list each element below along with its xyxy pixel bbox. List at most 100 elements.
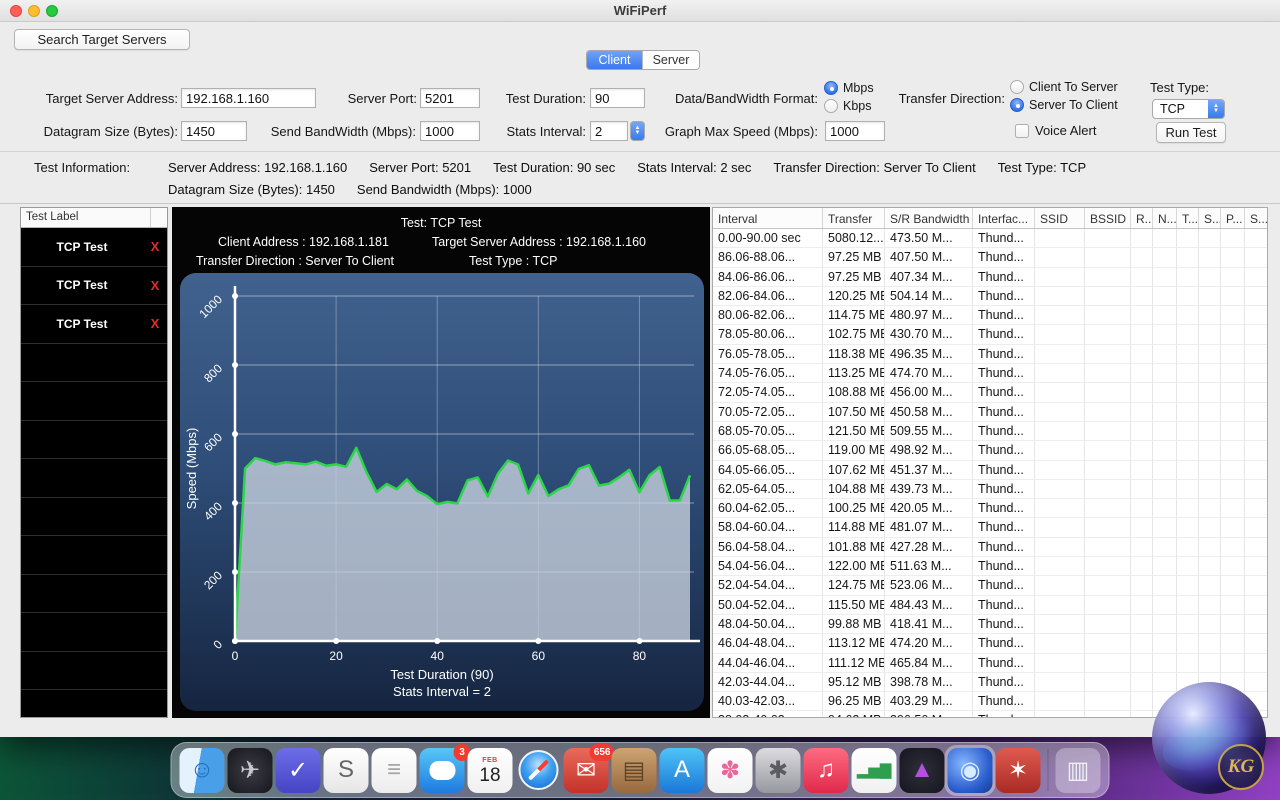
graph-max-speed-input[interactable] [825,121,885,141]
table-cell: Thund... [973,364,1035,383]
stats-interval-input[interactable] [590,121,628,141]
table-row[interactable]: 66.05-68.05... 119.00 MB 498.92 M... Thund.… [713,441,1267,461]
table-cell [1035,653,1085,672]
table-row[interactable]: 80.06-82.06... 114.75 MB 480.97 M... Thund.… [713,306,1267,326]
column-header[interactable]: SSID [1035,208,1085,228]
send-bandwidth-input[interactable] [420,121,480,141]
test-label-column-header[interactable]: Test Label [21,208,151,227]
table-row[interactable]: 50.04-52.04... 115.50 MB 484.43 M... Thund.… [713,595,1267,615]
delete-test-button[interactable]: X [143,316,167,331]
search-target-servers-button[interactable]: Search Target Servers [14,29,190,50]
test-list-item[interactable]: TCP Test X [21,267,167,305]
test-list-item[interactable]: TCP Test X [21,305,167,344]
radio-option-server-to-client[interactable]: Server To Client [1010,98,1118,112]
dock-launchpad-icon[interactable]: ✈ [227,747,273,793]
table-row[interactable]: 78.05-80.06... 102.75 MB 430.70 M... Thund.… [713,325,1267,345]
dock-prism-icon[interactable]: ▲ [899,747,945,793]
dock-mail-icon[interactable]: ✉ 656 [563,743,615,793]
table-cell [1199,634,1221,653]
test-type-select[interactable]: TCP ▲ ▼ [1152,99,1225,119]
table-cell: 94.62 MB [823,711,885,717]
column-header[interactable]: Transfer [823,208,885,228]
table-row[interactable]: 82.06-84.06... 120.25 MB 504.14 M... Thund.… [713,286,1267,307]
table-row[interactable]: 44.04-46.04... 111.12 MB 465.84 M... Thund.… [713,653,1267,673]
trash-glyph: ▥ [1066,756,1090,784]
table-cell: 456.00 M... [885,383,973,402]
table-cell: Thund... [973,672,1035,692]
segment-client[interactable]: Client [587,51,643,69]
stats-interval-stepper[interactable]: ▲ ▼ [630,121,645,141]
table-row[interactable]: 72.05-74.05... 108.88 MB 456.00 M... Thund.… [713,383,1267,403]
column-header[interactable]: R... [1131,208,1153,228]
table-cell [1153,499,1177,518]
table-row[interactable]: 48.04-50.04... 99.88 MB 418.41 M... Thund..… [713,614,1267,635]
radio-option-kbps[interactable]: Kbps [824,99,874,113]
test-list-item[interactable]: TCP Test X [21,228,167,267]
dock-calendar-icon[interactable]: FEB 18 [467,747,513,793]
table-cell: Thund... [973,557,1035,576]
radio-option-client-to-server[interactable]: Client To Server [1010,80,1118,94]
table-cell: 504.14 M... [885,286,973,306]
column-header[interactable]: S... [1245,208,1267,228]
dock-app-store-icon[interactable]: A [659,747,705,793]
dock-photos-icon[interactable]: ✽ [707,747,753,793]
info-item: Send Bandwidth (Mbps): 1000 [356,182,532,197]
dock-system-preferences-icon[interactable]: ✱ [755,747,801,793]
dock-textedit-icon[interactable]: ≡ [371,747,417,793]
table-cell: 48.04-50.04... [713,614,823,634]
chart-test-params: Transfer Direction : Server To Client Te… [196,254,710,268]
chart-title: Test: TCP Test [400,216,482,230]
table-cell [1153,653,1177,672]
column-header[interactable]: BSSID [1085,208,1131,228]
dock-music-icon[interactable]: ♫ [803,747,849,793]
dock-stickies-icon[interactable]: S [323,747,369,793]
table-cell [1035,441,1085,460]
table-row[interactable]: 0.00-90.00 sec 5080.12... 473.50 M... Thund… [713,229,1267,249]
table-row[interactable]: 86.06-88.06... 97.25 MB 407.50 M... Thund..… [713,248,1267,268]
table-cell [1035,364,1085,383]
column-header[interactable]: Interfac... [973,208,1035,228]
table-row[interactable]: 76.05-78.05... 118.38 MB 496.35 M... Thund.… [713,344,1267,365]
table-row[interactable]: 58.04-60.04... 114.88 MB 481.07 M... Thund.… [713,518,1267,538]
dock-wifiperf-icon[interactable]: ◉ [944,744,996,796]
table-cell [1131,364,1153,383]
segment-server[interactable]: Server [643,51,699,69]
column-header[interactable]: N... [1153,208,1177,228]
datagram-size-input[interactable] [181,121,247,141]
column-header[interactable]: T... [1177,208,1199,228]
target-server-address-input[interactable] [181,88,316,108]
table-row[interactable]: 74.05-76.05... 113.25 MB 474.70 M... Thund.… [713,364,1267,384]
column-header[interactable]: S/R Bandwidth [885,208,973,228]
column-header[interactable]: S... [1199,208,1221,228]
dock-finder-icon[interactable]: ☺ [179,747,225,793]
column-header[interactable]: Interval [713,208,823,228]
radio-option-mbps[interactable]: Mbps [824,81,874,95]
table-row[interactable]: 68.05-70.05... 121.50 MB 509.55 M... Thund.… [713,421,1267,442]
table-row[interactable]: 62.05-64.05... 104.88 MB 439.73 M... Thund.… [713,479,1267,500]
column-header[interactable]: P... [1221,208,1245,228]
table-cell: 439.73 M... [885,479,973,499]
table-cell: 474.20 M... [885,634,973,653]
dock-notebook-icon[interactable]: ▤ [611,747,657,793]
table-row[interactable]: 56.04-58.04... 101.88 MB 427.28 M... Thund.… [713,537,1267,558]
dock-things-icon[interactable]: ✓ [275,747,321,793]
dock-messages-icon[interactable]: 3 [419,743,471,793]
dock-safari-icon[interactable] [516,748,561,793]
table-row[interactable]: 54.04-56.04... 122.00 MB 511.63 M... Thund.… [713,557,1267,577]
dock-books-icon[interactable]: ✶ [995,747,1041,793]
voice-alert-checkbox[interactable]: Voice Alert [1015,123,1096,138]
dock-trash-icon[interactable]: ▥ [1055,747,1101,793]
server-port-input[interactable] [420,88,480,108]
table-cell [1199,479,1221,499]
table-row[interactable]: 64.05-66.05... 107.62 MB 451.37 M... Thund.… [713,460,1267,480]
table-row[interactable]: 70.05-72.05... 107.50 MB 450.58 M... Thund.… [713,402,1267,422]
table-row[interactable]: 84.06-86.06... 97.25 MB 407.34 M... Thund..… [713,267,1267,287]
delete-test-button[interactable]: X [143,278,167,293]
dock-stats-icon[interactable]: ▂▅▇ [851,747,897,793]
delete-test-button[interactable]: X [143,239,167,254]
run-test-button[interactable]: Run Test [1156,122,1226,143]
table-row[interactable]: 52.04-54.04... 124.75 MB 523.06 M... Thund.… [713,576,1267,596]
test-duration-input[interactable] [590,88,645,108]
table-row[interactable]: 46.04-48.04... 113.12 MB 474.20 M... Thund.… [713,634,1267,654]
table-row[interactable]: 60.04-62.05... 100.25 MB 420.05 M... Thund.… [713,499,1267,519]
